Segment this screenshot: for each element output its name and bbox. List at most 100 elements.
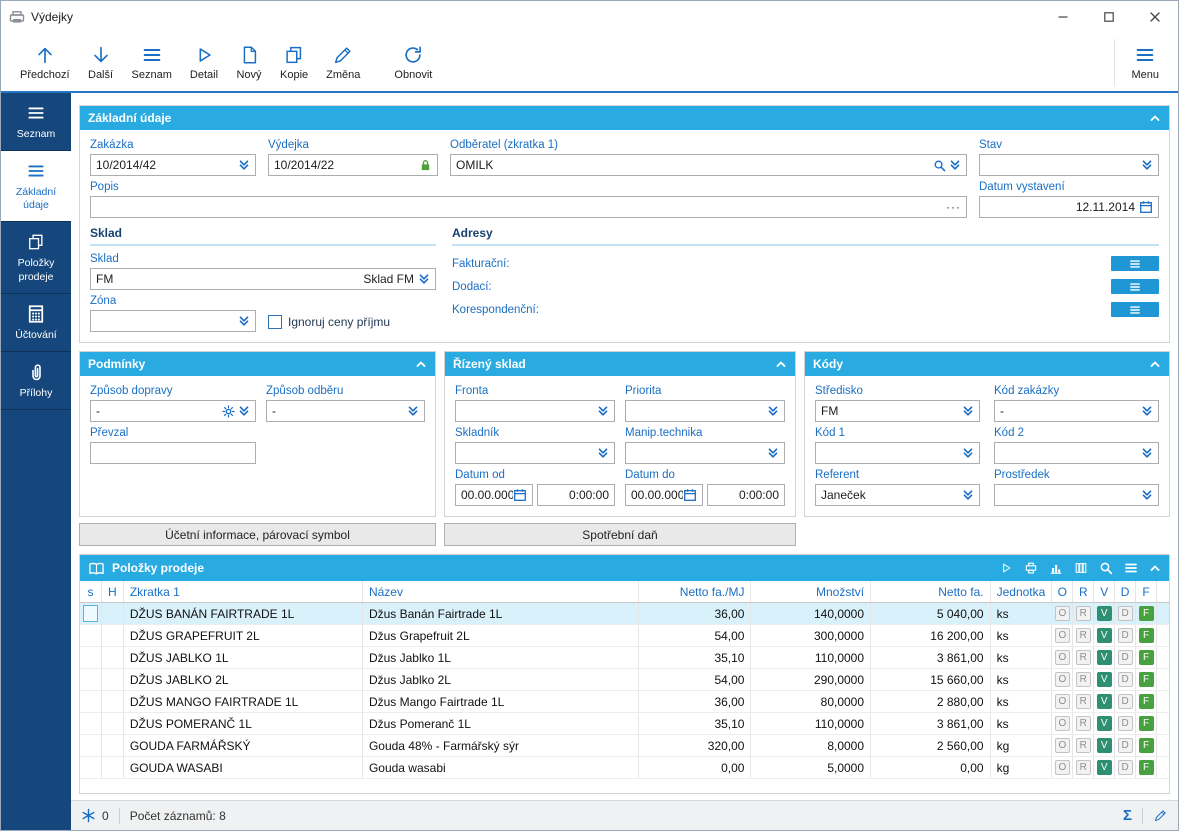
flag-o-badge[interactable]: O [1055, 694, 1070, 709]
collapse-icon[interactable] [415, 358, 427, 370]
run-icon[interactable] [999, 561, 1013, 575]
flag-r-badge[interactable]: R [1076, 738, 1091, 753]
flag-o-badge[interactable]: O [1055, 716, 1070, 731]
datum-od-time-field[interactable]: 0:00:00 [537, 484, 615, 506]
zakazka-field[interactable]: 10/2014/42 [90, 154, 256, 176]
collapse-icon[interactable] [775, 358, 787, 370]
row-zkratka[interactable]: GOUDA WASABI [124, 757, 363, 778]
chevron-down-icon[interactable] [962, 489, 974, 501]
row-zkratka[interactable]: DŽUS MANGO FAIRTRADE 1L [124, 691, 363, 712]
collapse-icon[interactable] [1149, 562, 1161, 574]
detail-button[interactable]: Detail [181, 39, 227, 86]
flag-f-badge[interactable]: F [1139, 628, 1154, 643]
address-menu-button[interactable] [1111, 256, 1159, 271]
sum-button[interactable]: Σ [1123, 807, 1132, 824]
refresh-button[interactable]: Obnovit [385, 39, 441, 86]
columns-icon[interactable] [1074, 561, 1088, 575]
menu-button[interactable]: Menu [1114, 39, 1168, 86]
flag-v-badge[interactable]: V [1097, 606, 1112, 621]
chevron-down-icon[interactable] [238, 315, 250, 327]
row-zkratka[interactable]: DŽUS JABLKO 1L [124, 647, 363, 668]
kod1-field[interactable] [815, 442, 980, 464]
odber-field[interactable]: - [266, 400, 425, 422]
grid-menu-icon[interactable] [1124, 561, 1138, 575]
prevzal-field[interactable] [90, 442, 256, 464]
row-zkratka[interactable]: DŽUS POMERANČ 1L [124, 713, 363, 734]
column-header-zkratka[interactable]: Zkratka 1 [124, 581, 363, 602]
row-netto[interactable]: 0,00 [871, 757, 991, 778]
flag-o-badge[interactable]: O [1055, 672, 1070, 687]
print-icon[interactable] [1024, 561, 1038, 575]
flag-d-badge[interactable]: D [1118, 672, 1133, 687]
row-nazev[interactable]: Džus Pomeranč 1L [363, 713, 639, 734]
next-button[interactable]: Další [79, 39, 123, 86]
row-select-cell[interactable] [80, 713, 102, 734]
flag-f-badge[interactable]: F [1139, 606, 1154, 621]
row-netto-mj[interactable]: 320,00 [639, 735, 752, 756]
spotrebni-dan-button[interactable]: Spotřební daň [444, 523, 796, 546]
row-select-cell[interactable] [80, 625, 102, 646]
popis-more-button[interactable]: ··· [946, 201, 961, 213]
table-row[interactable]: DŽUS BANÁN FAIRTRADE 1L Džus Banán Fairt… [80, 603, 1169, 625]
row-netto-mj[interactable]: 0,00 [639, 757, 752, 778]
flag-d-badge[interactable]: D [1118, 716, 1133, 731]
chevron-down-icon[interactable] [238, 405, 250, 417]
flag-f-badge[interactable]: F [1139, 760, 1154, 775]
row-jednotka[interactable]: ks [991, 647, 1053, 668]
calendar-icon[interactable] [683, 488, 697, 502]
column-header-v[interactable]: V [1094, 581, 1115, 602]
row-select-cell[interactable] [80, 757, 102, 778]
checkbox-box[interactable] [268, 315, 282, 329]
sklad-field[interactable]: FM Sklad FM [90, 268, 436, 290]
column-header-o[interactable]: O [1052, 581, 1073, 602]
column-header-r[interactable]: R [1073, 581, 1094, 602]
row-mnozstvi[interactable]: 110,0000 [751, 713, 871, 734]
flag-d-badge[interactable]: D [1118, 606, 1133, 621]
column-header-f[interactable]: F [1136, 581, 1157, 602]
row-netto[interactable]: 2 560,00 [871, 735, 991, 756]
address-menu-button[interactable] [1111, 302, 1159, 317]
close-button[interactable] [1132, 1, 1178, 33]
row-netto-mj[interactable]: 54,00 [639, 625, 752, 646]
flag-r-badge[interactable]: R [1076, 694, 1091, 709]
flag-f-badge[interactable]: F [1139, 650, 1154, 665]
chevron-down-icon[interactable] [597, 405, 609, 417]
row-mnozstvi[interactable]: 110,0000 [751, 647, 871, 668]
new-button[interactable]: Nový [227, 39, 271, 86]
zona-field[interactable] [90, 310, 256, 332]
stredisko-field[interactable]: FM [815, 400, 980, 422]
row-nazev[interactable]: Džus Jablko 1L [363, 647, 639, 668]
chevron-down-icon[interactable] [949, 159, 961, 171]
row-jednotka[interactable]: ks [991, 625, 1053, 646]
collapse-icon[interactable] [1149, 112, 1161, 124]
column-header-jednotka[interactable]: Jednotka [991, 581, 1053, 602]
flag-d-badge[interactable]: D [1118, 694, 1133, 709]
row-nazev[interactable]: Džus Mango Fairtrade 1L [363, 691, 639, 712]
table-row[interactable]: DŽUS MANGO FAIRTRADE 1L Džus Mango Fairt… [80, 691, 1169, 713]
row-nazev[interactable]: Džus Banán Fairtrade 1L [363, 603, 639, 624]
odberatel-field[interactable]: OMILK [450, 154, 967, 176]
flag-v-badge[interactable]: V [1097, 650, 1112, 665]
chevron-down-icon[interactable] [418, 273, 430, 285]
previous-button[interactable]: Předchozí [11, 39, 79, 86]
chevron-down-icon[interactable] [1141, 447, 1153, 459]
row-netto-mj[interactable]: 36,00 [639, 603, 752, 624]
table-row[interactable]: GOUDA FARMÁŘSKÝ Gouda 48% - Farmářský sý… [80, 735, 1169, 757]
flag-r-badge[interactable]: R [1076, 672, 1091, 687]
row-nazev[interactable]: Gouda 48% - Farmářský sýr [363, 735, 639, 756]
flag-f-badge[interactable]: F [1139, 716, 1154, 731]
collapse-icon[interactable] [1149, 358, 1161, 370]
flag-r-badge[interactable]: R [1076, 716, 1091, 731]
flag-v-badge[interactable]: V [1097, 738, 1112, 753]
flag-d-badge[interactable]: D [1118, 738, 1133, 753]
row-select-cell[interactable] [80, 669, 102, 690]
priorita-field[interactable] [625, 400, 785, 422]
flag-r-badge[interactable]: R [1076, 628, 1091, 643]
datum-vystaveni-field[interactable]: 12.11.2014 [979, 196, 1159, 218]
column-header-nazev[interactable]: Název [363, 581, 639, 602]
chevron-down-icon[interactable] [1141, 405, 1153, 417]
column-header-netto[interactable]: Netto fa. [871, 581, 991, 602]
chevron-down-icon[interactable] [962, 447, 974, 459]
prostredek-field[interactable] [994, 484, 1159, 506]
sidebar-item-zakladni-udaje[interactable]: Základní údaje [1, 151, 71, 222]
